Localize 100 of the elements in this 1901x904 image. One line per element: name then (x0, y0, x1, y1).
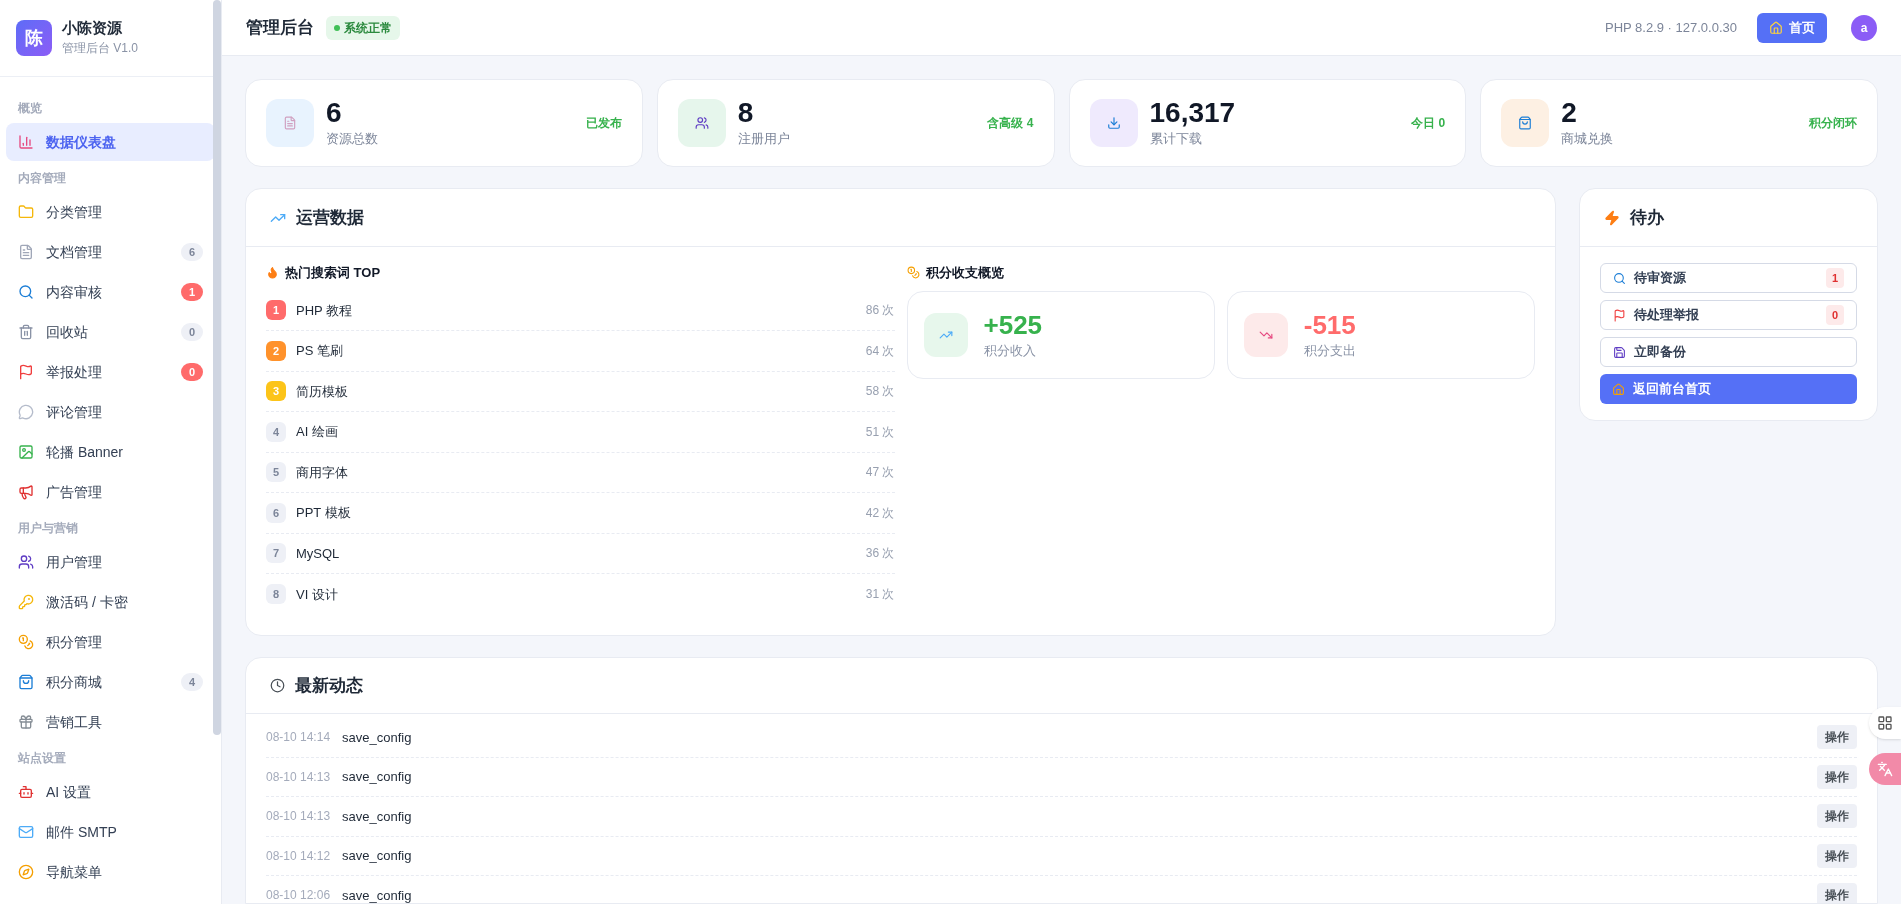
search-count: 47 次 (865, 464, 895, 481)
translate-icon (1877, 761, 1893, 777)
keyword-text: PPT 模板 (296, 504, 352, 522)
section-heading: 内容管理 (17, 170, 67, 187)
stat-note: 今日 0 (1411, 115, 1446, 131)
activity-action: save_config (342, 847, 413, 865)
page-title: 管理后台 (246, 16, 314, 39)
card-title: 运营数据 (296, 206, 364, 229)
keyword-text: AI 绘画 (296, 423, 339, 441)
stat-note: 含高级 4 (987, 115, 1034, 131)
folder-icon (18, 204, 34, 220)
section-heading: 站点设置 (17, 750, 67, 767)
sidebar-item[interactable]: 评论管理 (6, 393, 215, 431)
image-icon (18, 444, 34, 460)
points-value: +525 (983, 308, 1043, 341)
rank-badge: 2 (266, 340, 286, 361)
section-title: 积分收支概览 (925, 264, 1004, 282)
envelope-icon (18, 824, 34, 840)
section-title: 热门搜索词 TOP (285, 264, 381, 282)
stat-value: 8 (737, 97, 755, 130)
document-icon (18, 244, 34, 260)
activity-time: 08-10 14:13 (266, 768, 331, 785)
count-badge: 1 (180, 283, 203, 301)
widget-button[interactable] (1869, 707, 1901, 739)
sidebar-item[interactable]: 邮件 SMTP (6, 813, 215, 851)
sidebar-item[interactable]: 数据仪表盘 (6, 123, 215, 161)
keyword-text: PS 笔刷 (296, 342, 344, 360)
todo-button[interactable]: 待处理举报 0 (1600, 300, 1857, 330)
sidebar-item[interactable]: 积分管理 (6, 623, 215, 661)
stat-value: 16,317 (1149, 97, 1237, 130)
sidebar-item[interactable]: 激活码 / 卡密 (6, 583, 215, 621)
action-button[interactable]: 操作 (1817, 843, 1857, 868)
sidebar-item[interactable]: 举报处理 0 (6, 353, 215, 391)
count-badge: 6 (180, 243, 203, 261)
search-count: 86 次 (865, 302, 895, 319)
coin-icon (906, 266, 920, 280)
sidebar-item[interactable]: 内容审核 1 (6, 273, 215, 311)
rank-badge: 3 (266, 381, 286, 402)
sidebar-item[interactable]: 积分商城 4 (6, 663, 215, 701)
rank-badge: 8 (266, 584, 286, 605)
key-icon (18, 594, 34, 610)
action-button[interactable]: 操作 (1817, 804, 1857, 829)
sidebar-item[interactable]: 用户管理 (6, 543, 215, 581)
status-text: 系统正常 (344, 19, 392, 36)
sidebar-item[interactable]: AI 设置 (6, 773, 215, 811)
sidebar-item[interactable]: 回收站 0 (6, 313, 215, 351)
sidebar-item[interactable]: 文档管理 6 (6, 233, 215, 271)
card-title: 最新动态 (295, 674, 363, 697)
rank-badge: 7 (266, 543, 286, 564)
search-count: 51 次 (865, 423, 895, 440)
keyword-text: MySQL (296, 544, 341, 563)
download-icon (1106, 116, 1121, 130)
document-icon (283, 116, 297, 130)
sidebar-item[interactable]: 导航菜单 (6, 853, 215, 891)
stat-label: 资源总数 (326, 130, 379, 149)
translate-button[interactable] (1869, 753, 1901, 785)
card-title: 待办 (1630, 206, 1664, 229)
rank-badge: 4 (266, 421, 286, 442)
keyword-text: 商用字体 (296, 463, 349, 482)
todo-button[interactable]: 立即备份 (1600, 337, 1857, 367)
action-button[interactable]: 操作 (1817, 725, 1857, 750)
action-button[interactable]: 操作 (1817, 764, 1857, 789)
house-icon (1769, 20, 1783, 35)
user-avatar[interactable]: a (1851, 14, 1877, 41)
points-label: 积分支出 (1303, 341, 1356, 360)
search-count: 31 次 (865, 586, 895, 603)
sidebar-item[interactable]: 营销工具 (6, 703, 215, 741)
rank-badge: 5 (266, 462, 286, 483)
brand-logo: 陈 (16, 20, 52, 56)
lightning-icon (1604, 209, 1620, 226)
brand-subtitle: 管理后台 V1.0 (62, 40, 139, 57)
todo-count: 1 (1825, 268, 1844, 288)
users-icon (694, 116, 709, 130)
home-button[interactable]: 首页 (1757, 12, 1827, 43)
activity-action: save_config (342, 768, 413, 786)
count-badge: 0 (180, 323, 203, 341)
action-button[interactable]: 操作 (1817, 883, 1857, 903)
activity-time: 08-10 14:13 (266, 808, 331, 825)
search-count: 64 次 (865, 342, 895, 359)
brand-name: 小陈资源 (62, 18, 123, 38)
scrollbar[interactable] (213, 0, 221, 735)
stat-note: 积分闭环 (1809, 115, 1857, 131)
stat-value: 6 (326, 97, 343, 130)
sidebar-item[interactable]: 分类管理 (6, 193, 215, 231)
stat-note: 已发布 (585, 115, 622, 131)
search-count: 58 次 (865, 383, 895, 400)
keyword-text: 简历模板 (296, 382, 349, 401)
speech-bubble-icon (18, 404, 34, 420)
shopping-bag-icon (18, 674, 34, 690)
todo-button[interactable]: 返回前台首页 (1600, 374, 1857, 404)
bar-chart-icon (18, 134, 34, 150)
house-icon (1612, 382, 1625, 396)
sidebar-item[interactable]: 广告管理 (6, 473, 215, 511)
sidebar-item[interactable]: 轮播 Banner (6, 433, 215, 471)
compass-icon (18, 864, 34, 880)
grid-icon (1877, 715, 1893, 731)
activity-time: 08-10 12:06 (266, 887, 331, 903)
todo-button[interactable]: 待审资源 1 (1600, 263, 1857, 293)
search-icon (1613, 271, 1626, 285)
todo-count: 0 (1825, 305, 1844, 325)
